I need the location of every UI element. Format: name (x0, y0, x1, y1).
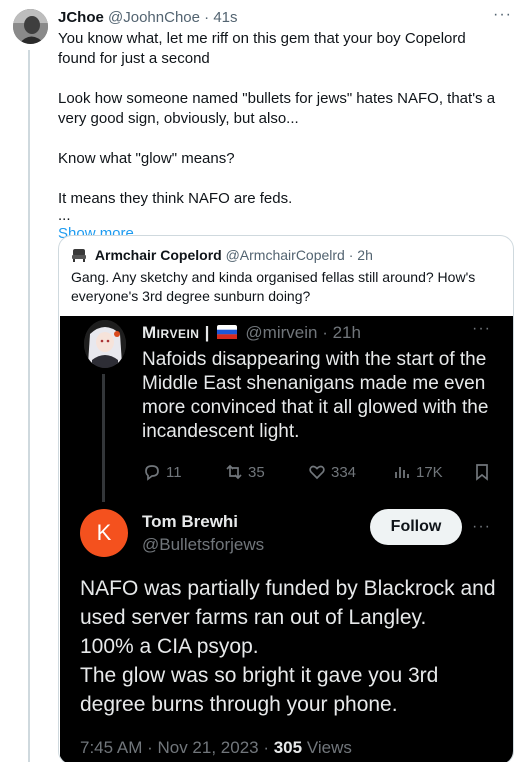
tweet1-text: Nafoids disappearing with the start of t… (142, 349, 489, 442)
tweet2-timestamp: 7:45 AM · Nov 21, 2023 · (80, 738, 274, 757)
anime-character-icon (84, 320, 126, 368)
reply-action: 11 (142, 462, 182, 482)
tweet2-avatar: K (80, 509, 128, 557)
embedded-screenshot: Mirvein | @mirvein · 21h ··· Nafoids dis… (60, 316, 513, 762)
armchair-icon (72, 249, 86, 262)
post-time[interactable]: · 41s (204, 9, 237, 26)
russian-flag-icon (216, 325, 237, 339)
post-text: You know what, let me riff on this gem t… (58, 29, 503, 244)
tweet1-author-name: Mirvein | (142, 323, 210, 342)
post-paragraph: It means they think NAFO are feds. (58, 190, 293, 207)
quote-author-handle[interactable]: @ArmchairCopelrd (226, 247, 345, 263)
tweet2-meta: 7:45 AM · Nov 21, 2023 · 305 Views (80, 738, 352, 758)
quote-header: Armchair Copelord @ArmchairCopelrd · 2h (71, 246, 373, 264)
tweet2-more-icon: ··· (472, 518, 491, 535)
post-paragraph: Know what "glow" means? (58, 150, 235, 167)
tweet2-line: 100% a CIA psyop. (80, 635, 259, 658)
quote-time: · 2h (348, 247, 373, 263)
author-name[interactable]: JChoe (58, 9, 104, 26)
screenshot-tweet1-header: Mirvein | @mirvein · 21h (142, 322, 361, 344)
tweet1-time: · 21h (322, 323, 361, 342)
views-action: 17K (392, 462, 443, 482)
thread-line (28, 50, 30, 762)
avatar[interactable] (13, 9, 48, 44)
more-options-icon[interactable]: ··· (493, 6, 512, 24)
post-paragraph: ... (58, 207, 71, 224)
tweet2-handle: @Bulletsforjews (142, 535, 265, 554)
retweet-action: 35 (224, 462, 265, 482)
tweet2-line: The glow was so bright it gave you 3rd d… (80, 664, 439, 716)
quote-author-name[interactable]: Armchair Copelord (95, 247, 222, 263)
reply-icon (145, 465, 159, 481)
bookmark-icon (476, 464, 488, 481)
post-header: JChoe @JoohnChoe · 41s (58, 9, 238, 27)
tweet2-line: NAFO was partially funded by Blackrock a… (80, 577, 496, 629)
tweet1-more-icon: ··· (472, 320, 491, 337)
retweet-count: 35 (248, 463, 265, 481)
quoted-post[interactable]: Armchair Copelord @ArmchairCopelrd · 2h … (58, 235, 514, 762)
author-handle[interactable]: @JoohnChoe (108, 9, 200, 26)
quote-text: Gang. Any sketchy and kinda organised fe… (71, 269, 476, 304)
views-chart-icon (395, 467, 409, 478)
like-count: 334 (331, 463, 357, 481)
tweet2-text: NAFO was partially funded by Blackrock a… (80, 574, 500, 719)
heart-icon (309, 465, 325, 480)
tweet2-views-count: 305 (273, 738, 303, 757)
post-paragraph: You know what, let me riff on this gem t… (58, 30, 466, 67)
anime-avatar (84, 320, 126, 368)
retweet-icon (226, 464, 242, 480)
reply-count: 11 (166, 463, 182, 481)
user-photo-icon (13, 9, 48, 44)
bookmark-action (472, 462, 492, 482)
tweet2-views-label: Views (302, 738, 352, 757)
tweet2-author-name: Tom Brewhi (142, 512, 239, 531)
views-count: 17K (416, 463, 443, 481)
reply-thread-line (102, 374, 105, 502)
post-paragraph: Look how someone named "bullets for jews… (58, 90, 496, 127)
tweet1-actions: 11 35 334 17K (142, 462, 502, 486)
like-action: 334 (307, 462, 356, 482)
tweet1-handle: @mirvein (245, 323, 318, 342)
follow-button: Follow (370, 509, 462, 545)
